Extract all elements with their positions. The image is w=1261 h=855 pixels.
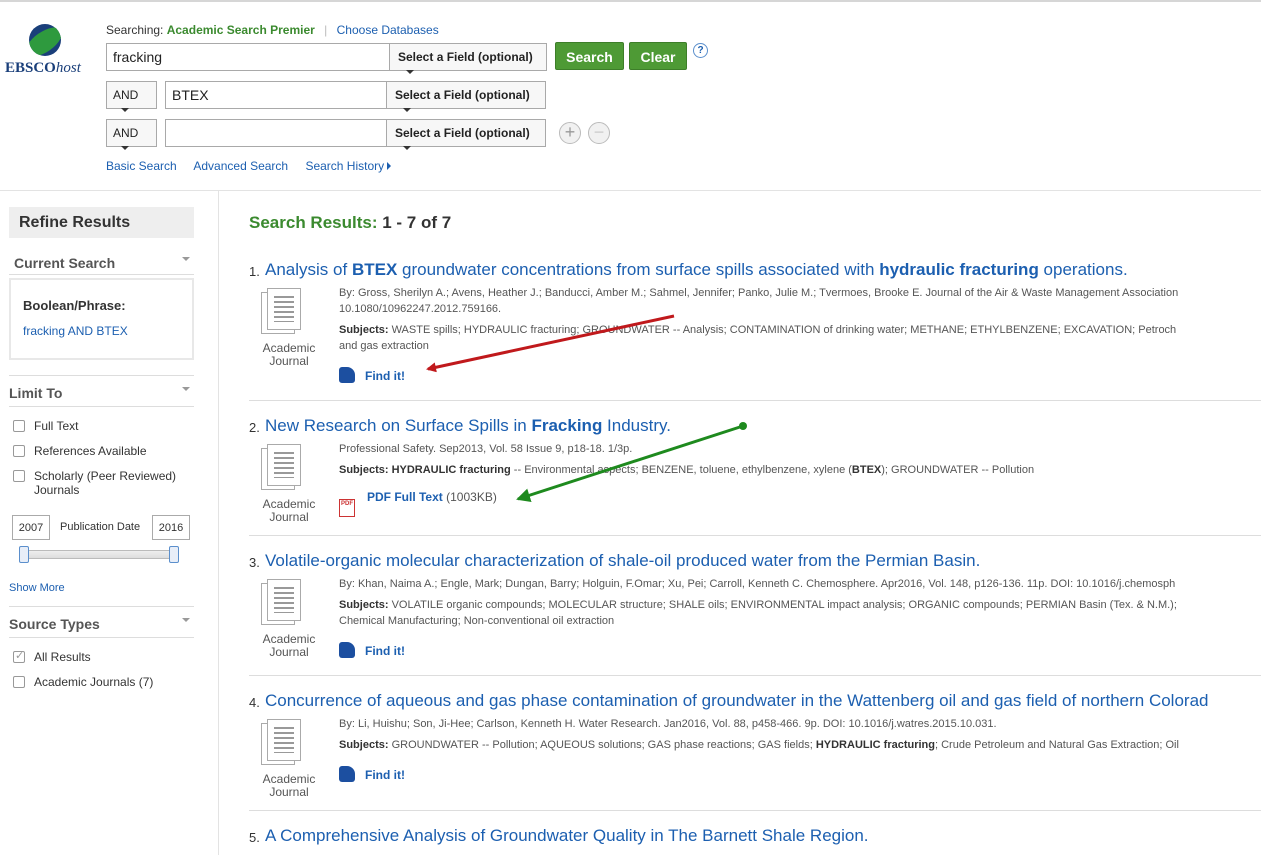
top-border (0, 0, 1261, 2)
result-subjects-cont: Chemical Manufacturing; Non-conventional… (339, 615, 615, 627)
publication-type-label: Academic Journal (262, 497, 316, 524)
result-title-4[interactable]: Concurrence of aqueous and gas phase con… (265, 691, 1208, 711)
result-byline: By: Li, Huishu; Son, Ji-Hee; Carlson, Ke… (339, 718, 997, 730)
publication-date-label: Publication Date (60, 521, 141, 533)
ebsco-globe-icon (29, 24, 61, 56)
search-history-link[interactable]: Search History (305, 159, 392, 173)
boolean-select-3[interactable]: AND (106, 119, 157, 150)
chevron-down-icon (182, 387, 190, 391)
search-nav: Basic Search Advanced Search Search Hist… (106, 159, 405, 173)
publication-type-label: Academic Journal (262, 772, 316, 799)
caret-down-icon (403, 107, 411, 112)
date-from-input[interactable]: 2007 (12, 515, 50, 540)
choose-databases-link[interactable]: Choose Databases (337, 23, 439, 37)
triangle-right-icon (387, 162, 392, 170)
result-title-3[interactable]: Volatile-organic molecular characterizat… (265, 551, 980, 571)
searching-label: Searching: (106, 23, 164, 37)
caret-down-icon (403, 145, 411, 150)
result-item-1: 1. Analysis of BTEX groundwater concentr… (249, 260, 1179, 383)
boolean-select-2[interactable]: AND (106, 81, 157, 112)
journal-icon[interactable] (261, 579, 311, 627)
chevron-down-icon (182, 618, 190, 622)
field-select-3[interactable]: Select a Field (optional) (386, 119, 546, 150)
checkbox-checked[interactable] (13, 649, 25, 663)
result-item-3: 3. Volatile-organic molecular characteri… (249, 551, 1177, 659)
ebscohost-logo[interactable]: EBSCOhost (5, 24, 89, 84)
caret-down-icon (121, 107, 129, 112)
find-it-link[interactable]: Find it! (339, 766, 405, 782)
caret-down-icon (406, 69, 414, 74)
publication-type-label: Academic Journal (262, 341, 316, 368)
publication-type-label: Academic Journal (262, 632, 316, 659)
clear-button[interactable]: Clear (629, 42, 687, 70)
result-item-2: 2. New Research on Surface Spills in Fra… (249, 416, 1035, 524)
find-it-link[interactable]: Find it! (339, 367, 405, 383)
source-academic-journals[interactable]: Academic Journals (7) (13, 675, 153, 689)
caret-down-icon (121, 145, 129, 150)
find-it-icon (339, 642, 355, 658)
refine-sidebar: Refine Results Current Search Boolean/Ph… (0, 191, 219, 855)
search-input-3[interactable] (165, 119, 387, 147)
result-subjects: Subjects: GROUNDWATER -- Pollution; AQUE… (339, 739, 1179, 751)
checkbox[interactable] (13, 420, 25, 432)
show-more-link[interactable]: Show More (9, 582, 65, 594)
boolean-phrase-value[interactable]: fracking AND BTEX (23, 324, 180, 338)
results-header: Search Results: 1 - 7 of 7 (249, 213, 452, 232)
date-to-input[interactable]: 2016 (152, 515, 190, 540)
limit-references-available[interactable]: References Available (13, 444, 147, 458)
checkbox[interactable] (13, 676, 25, 688)
result-subjects: Subjects: WASTE spills; HYDRAULIC fractu… (339, 324, 1177, 336)
search-input-1[interactable]: fracking (106, 43, 390, 71)
logo-wordmark: EBSCOhost (5, 60, 81, 76)
limit-to-header[interactable]: Limit To (9, 385, 194, 401)
result-byline: By: Khan, Naima A.; Engle, Mark; Dungan,… (339, 578, 1176, 590)
result-title-2[interactable]: New Research on Surface Spills in Fracki… (265, 416, 671, 436)
limit-scholarly[interactable]: Scholarly (Peer Reviewed) Journals (13, 469, 176, 497)
find-it-icon (339, 766, 355, 782)
find-it-link[interactable]: Find it! (339, 642, 405, 658)
field-select-2[interactable]: Select a Field (optional) (386, 81, 546, 112)
journal-icon[interactable] (261, 288, 311, 336)
refine-results-title: Refine Results (9, 207, 194, 238)
date-slider-handle-left[interactable] (19, 546, 29, 563)
basic-search-link[interactable]: Basic Search (106, 159, 177, 173)
pdf-icon: PDF (339, 499, 355, 517)
result-title-1[interactable]: Analysis of BTEX groundwater concentrati… (265, 260, 1128, 280)
result-subjects: Subjects: VOLATILE organic compounds; MO… (339, 599, 1177, 611)
result-subjects-cont: and gas extraction (339, 340, 429, 352)
journal-icon[interactable] (261, 444, 311, 492)
remove-row-icon[interactable]: − (588, 122, 610, 144)
find-it-icon (339, 367, 355, 383)
results-count: 1 - 7 of 7 (382, 213, 452, 232)
journal-icon[interactable] (261, 719, 311, 767)
chevron-down-icon (182, 257, 190, 261)
searching-line: Searching: Academic Search Premier | Cho… (106, 23, 439, 37)
date-slider-handle-right[interactable] (169, 546, 179, 563)
result-title-5[interactable]: A Comprehensive Analysis of Groundwater … (265, 826, 869, 846)
advanced-search-link[interactable]: Advanced Search (193, 159, 288, 173)
help-icon[interactable]: ? (693, 43, 708, 58)
limit-full-text[interactable]: Full Text (13, 419, 78, 433)
database-name: Academic Search Premier (166, 23, 315, 37)
result-item-5: 5. A Comprehensive Analysis of Groundwat… (249, 826, 869, 846)
current-search-header[interactable]: Current Search (14, 255, 194, 271)
current-search-box: Boolean/Phrase: fracking AND BTEX (9, 278, 194, 360)
search-input-2[interactable]: BTEX (165, 81, 387, 109)
result-doi: 10.1080/10962247.2012.759166. (339, 303, 502, 315)
date-slider-track[interactable] (19, 550, 179, 559)
result-byline: By: Gross, Sherilyn A.; Avens, Heather J… (339, 287, 1179, 299)
result-byline: Professional Safety. Sep2013, Vol. 58 Is… (339, 443, 633, 455)
checkbox[interactable] (13, 470, 25, 482)
field-select-1[interactable]: Select a Field (optional) (389, 43, 547, 74)
result-item-4: 4. Concurrence of aqueous and gas phase … (249, 691, 1209, 799)
add-row-icon[interactable]: + (559, 122, 581, 144)
source-types-header[interactable]: Source Types (9, 616, 194, 632)
boolean-phrase-label: Boolean/Phrase: (23, 298, 126, 313)
source-all-results[interactable]: All Results (13, 649, 91, 664)
checkbox[interactable] (13, 445, 25, 457)
pdf-full-text-link[interactable]: PDF PDF Full Text (1003KB) (339, 490, 497, 517)
result-subjects: Subjects: HYDRAULIC fracturing -- Enviro… (339, 464, 1035, 476)
search-button[interactable]: Search (555, 42, 624, 70)
